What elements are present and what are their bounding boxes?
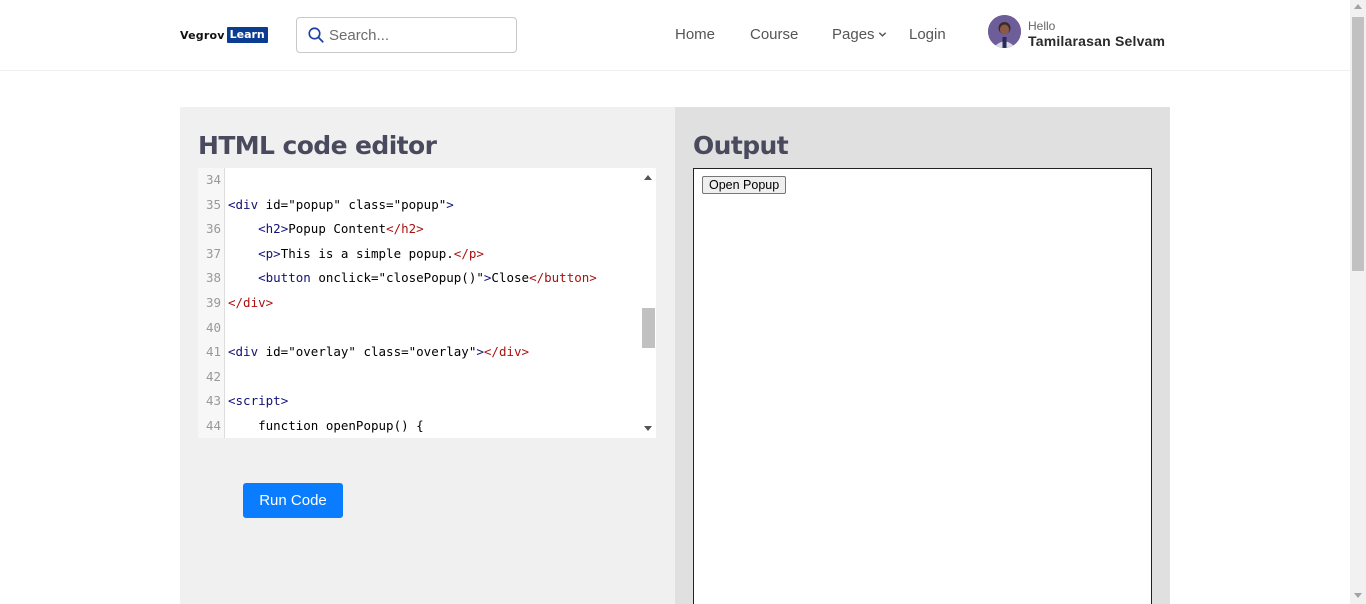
code-text: </div>: [228, 295, 274, 310]
code-text: <div id="overlay" class="overlay"></div>: [228, 344, 530, 360]
nav-login[interactable]: Login: [909, 26, 946, 43]
logo-text: Vegrov: [180, 28, 225, 42]
line-number: 42: [205, 368, 221, 384]
code-line[interactable]: 44 function openPopup() {: [198, 414, 640, 438]
logo-badge: Learn: [226, 27, 268, 43]
open-popup-button[interactable]: Open Popup: [702, 176, 787, 194]
user-avatar-icon: [988, 15, 1021, 48]
nav-home[interactable]: Home: [675, 26, 715, 43]
nav-course[interactable]: Course: [750, 26, 798, 43]
scroll-up-arrow-icon[interactable]: [1354, 4, 1362, 9]
page-scrollbar[interactable]: [1350, 0, 1366, 604]
line-number: 40: [205, 319, 221, 335]
nav-pages-label: Pages: [832, 26, 875, 43]
code-text: <h2>Popup Content</h2>: [258, 221, 424, 237]
editor-scrollbar-thumb[interactable]: [642, 308, 655, 348]
code-text: <div id="popup" class="popup">: [228, 196, 454, 212]
output-panel: Output Open Popup: [675, 107, 1170, 604]
scrollbar-thumb[interactable]: [1352, 17, 1364, 271]
search-input[interactable]: [329, 26, 499, 44]
greeting-text: Hello: [1028, 19, 1056, 33]
code-line[interactable]: 39 </div>: [198, 291, 640, 316]
code-text: <button onclick="closePopup()">Close</bu…: [258, 270, 597, 286]
code-line[interactable]: 38 <button onclick="closePopup()">Close<…: [198, 266, 640, 291]
line-number: 35: [205, 196, 221, 212]
code-editor[interactable]: 34 35 <div id="popup" class="popup"> 36 <h2…: [198, 168, 656, 438]
code-line[interactable]: 42: [198, 365, 640, 390]
line-number: 43: [205, 393, 221, 409]
output-title: Output: [693, 131, 789, 160]
line-number: 36: [205, 221, 221, 237]
top-navbar: Vegrov Learn Home Course Pages Login Hel…: [0, 0, 1350, 71]
scroll-down-arrow-icon[interactable]: [1354, 593, 1362, 598]
code-line[interactable]: 35 <div id="popup" class="popup">: [198, 193, 640, 218]
code-line[interactable]: 41 <div id="overlay" class="overlay"></di…: [198, 340, 640, 365]
code-line[interactable]: 43 <script>: [198, 389, 640, 414]
editor-title: HTML code editor: [198, 131, 437, 160]
line-number: 44: [205, 418, 221, 433]
line-number: 37: [205, 245, 221, 261]
code-text: <script>: [228, 393, 289, 409]
code-text: <p>This is a simple popup.</p>: [258, 245, 484, 261]
run-code-button[interactable]: Run Code: [243, 483, 343, 518]
avatar[interactable]: [988, 15, 1021, 48]
code-editor-panel: HTML code editor 34 35 <div id="popup" cla…: [180, 107, 675, 604]
chevron-down-icon: [878, 32, 886, 37]
code-line[interactable]: 40: [198, 316, 640, 341]
line-number: 41: [205, 344, 221, 360]
search-icon: [308, 27, 324, 43]
code-line[interactable]: 34: [198, 168, 640, 193]
code-line[interactable]: 37 <p>This is a simple popup.</p>: [198, 242, 640, 267]
nav-pages[interactable]: Pages: [832, 26, 887, 43]
line-number: 39: [205, 295, 221, 310]
output-frame[interactable]: Open Popup: [693, 168, 1152, 604]
user-name[interactable]: Tamilarasan Selvam: [1028, 33, 1165, 49]
site-logo[interactable]: Vegrov Learn: [180, 27, 268, 43]
search-box: [296, 17, 517, 53]
code-line[interactable]: 36 <h2>Popup Content</h2>: [198, 217, 640, 242]
editor-scroll-down-icon[interactable]: [644, 426, 652, 431]
editor-scrollbar[interactable]: [640, 168, 656, 438]
editor-scroll-up-icon[interactable]: [644, 175, 652, 180]
line-number: 34: [205, 172, 221, 187]
line-number: 38: [205, 270, 221, 286]
code-text: function openPopup() {: [228, 418, 424, 433]
